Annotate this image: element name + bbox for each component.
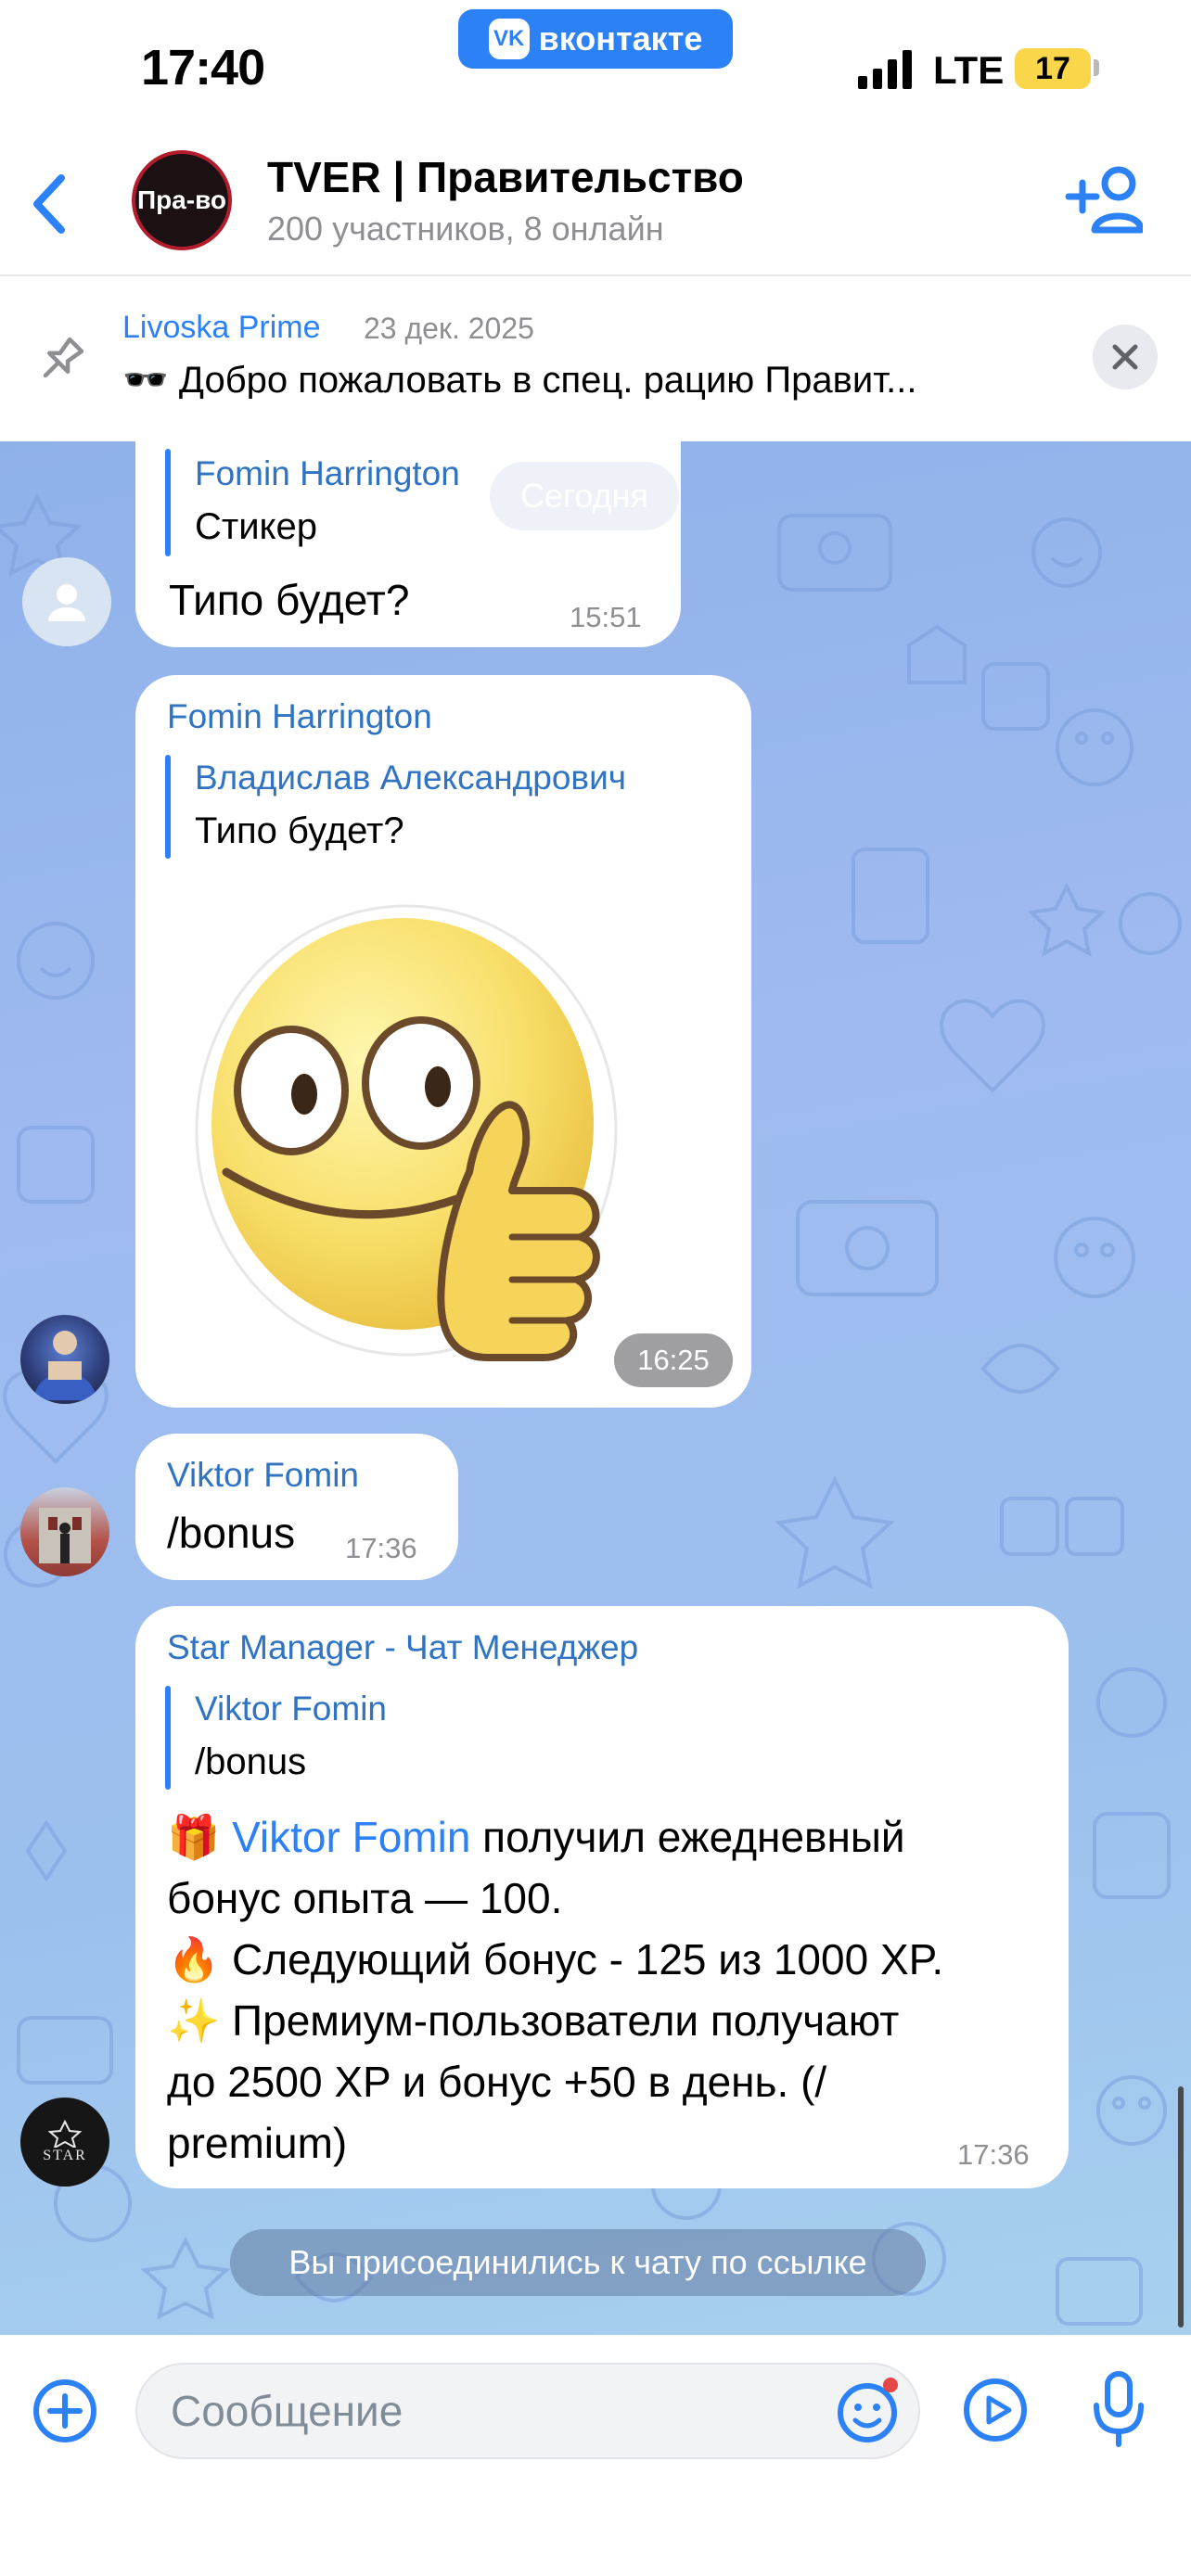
microphone-icon[interactable] [1085, 2370, 1152, 2448]
chat-members-count: 200 участников, 8 онлайн [267, 210, 664, 248]
message-1-reply-bar [165, 449, 171, 556]
message-4-reply-bar [165, 1686, 171, 1790]
network-type: LTE [933, 48, 1005, 92]
group-avatar[interactable]: Пра-во [132, 150, 232, 250]
mention-link[interactable]: Viktor Fomin [232, 1813, 470, 1861]
attach-plus-icon[interactable] [32, 2378, 98, 2444]
message-1-time: 15:51 [570, 601, 642, 633]
avatar-building-icon [39, 1508, 91, 1563]
battery-cap [1094, 59, 1099, 76]
close-pinned-button[interactable] [1093, 325, 1158, 389]
thumbs-up-smiley-sticker[interactable] [191, 894, 636, 1367]
vk-badge-label: вконтакте [538, 19, 703, 57]
message-1-reply-text: Стикер [195, 506, 317, 547]
group-avatar-label: Пра-во [136, 185, 227, 214]
message-3-author[interactable]: Viktor Fomin [167, 1456, 359, 1495]
message-3-text: /bonus [167, 1509, 296, 1557]
message-4-reply-author[interactable]: Viktor Fomin [195, 1690, 387, 1728]
message-4-sender-avatar[interactable]: STAR [20, 2098, 109, 2187]
close-icon [1112, 344, 1138, 370]
chat-title[interactable]: TVER | Правительство [267, 152, 744, 202]
avatar-figure-icon [33, 1331, 96, 1400]
star-icon [47, 2120, 83, 2148]
message-4-line-1-rest: получил ежедневный [470, 1813, 905, 1861]
system-message-pill: Вы присоединились к чату по ссылке [230, 2229, 926, 2296]
message-2-author[interactable]: Fomin Harrington [167, 697, 432, 736]
message-1-reply-author[interactable]: Fomin Harrington [195, 454, 460, 493]
battery-icon: 17 [1015, 48, 1091, 89]
message-4-line-6: premium) [167, 2119, 348, 2167]
message-2-sender-avatar[interactable] [20, 1315, 109, 1404]
battery-level: 17 [1035, 50, 1070, 86]
vk-logo-icon: VK [488, 19, 530, 59]
message-1-text: Типо будет? [169, 576, 410, 624]
emoji-sticker-icon[interactable] [833, 2376, 902, 2444]
scrollbar[interactable] [1178, 2086, 1184, 2327]
message-2-reply-text: Типо будет? [195, 810, 404, 851]
gift-emoji: 🎁 [167, 1813, 221, 1861]
user-icon [48, 584, 85, 621]
cellular-signal-icon [858, 48, 912, 89]
message-4-line-4: ✨ Премиум-пользователи получают [167, 1996, 900, 2045]
message-4-line-5: до 2500 XP и бонус +50 в день. (/ [167, 2058, 827, 2106]
play-circle-icon[interactable] [961, 2376, 1030, 2444]
back-arrow-icon[interactable] [26, 167, 72, 241]
message-4-line-2: бонус опыта — 100. [167, 1874, 563, 1922]
status-time: 17:40 [141, 40, 265, 96]
message-3-sender-avatar[interactable] [20, 1487, 109, 1576]
message-4-author[interactable]: Star Manager - Чат Менеджер [167, 1628, 638, 1667]
star-avatar-label: STAR [43, 2148, 87, 2163]
pinned-author: Livoska Prime [122, 310, 321, 345]
message-1-avatar-placeholder[interactable] [22, 557, 111, 646]
message-4-line-3: 🔥 Следующий бонус - 125 из 1000 XP. [167, 1935, 944, 1983]
message-3-time: 17:36 [345, 1532, 417, 1564]
pinned-text: 🕶️ Добро пожаловать в спец. рацию Правит… [122, 360, 917, 401]
message-2-reply-author[interactable]: Владислав Александрович [195, 759, 626, 797]
add-member-icon[interactable] [1065, 165, 1143, 236]
message-2-reply-bar [165, 755, 171, 859]
vk-app-badge[interactable]: VK вконтакте [458, 9, 733, 69]
message-4-reply-text: /bonus [195, 1741, 307, 1782]
message-input[interactable] [135, 2363, 920, 2459]
pin-icon [43, 337, 84, 378]
message-4-time: 17:36 [957, 2138, 1030, 2171]
pinned-date: 23 дек. 2025 [364, 312, 534, 345]
message-2-time: 16:25 [614, 1333, 733, 1387]
message-4-line-1: 🎁 Viktor Fomin получил ежедневный [167, 1812, 905, 1863]
date-separator-pill: Сегодня [490, 462, 679, 530]
